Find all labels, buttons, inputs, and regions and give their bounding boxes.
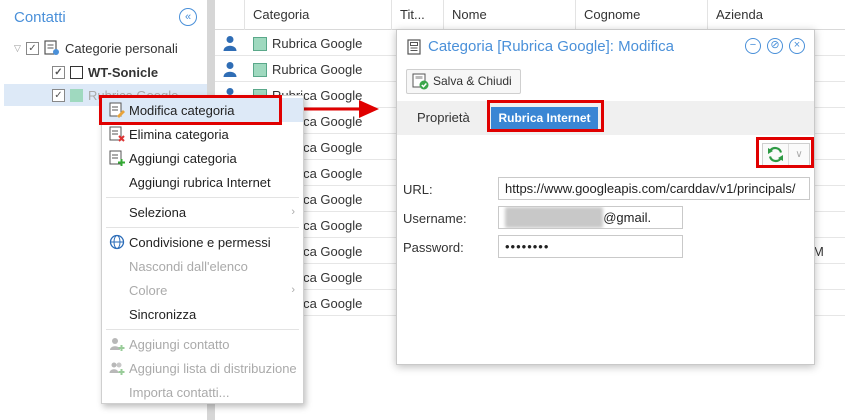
- row-category-cell: Rubrica Google: [253, 62, 362, 77]
- submenu-chevron-icon: ›: [291, 206, 295, 218]
- menu-item-nascondi-elenco[interactable]: Nascondi dall'elenco: [102, 254, 303, 278]
- column-header-type[interactable]: [215, 0, 245, 30]
- menu-item-label: Aggiungi lista di distribuzione: [129, 360, 297, 376]
- edit-category-dialog: Categoria [Rubrica Google]: Modifica − ⊘…: [396, 29, 815, 365]
- password-label: Password:: [403, 240, 464, 255]
- menu-item-label: Aggiungi contatto: [129, 336, 230, 352]
- globe-icon: [109, 234, 125, 250]
- checkbox-checked-icon[interactable]: ✓: [26, 41, 39, 55]
- contact-person-icon: [223, 62, 237, 77]
- save-close-button[interactable]: Salva & Chiudi: [406, 69, 521, 94]
- checkbox-checked-icon[interactable]: ✓: [52, 88, 65, 102]
- menu-item-label: Aggiungi categoria: [129, 150, 237, 166]
- category-color-swatch: [70, 65, 83, 79]
- menu-separator: [106, 227, 299, 228]
- menu-item-sincronizza[interactable]: Sincronizza: [102, 302, 303, 326]
- delete-category-icon: [109, 126, 125, 142]
- checkbox-checked-icon[interactable]: ✓: [52, 65, 65, 79]
- tree-item-categorie-personali[interactable]: ▽ ✓ Categorie personali: [14, 37, 178, 59]
- menu-item-label: Elimina categoria: [129, 126, 229, 142]
- password-input[interactable]: ••••••••: [498, 235, 683, 258]
- url-input[interactable]: https://www.googleapis.com/carddav/v1/pr…: [498, 177, 810, 200]
- grid-header: Categoria Tit... Nome Cognome Azienda: [215, 0, 845, 30]
- column-header-categoria[interactable]: Categoria: [245, 0, 392, 30]
- category-color-swatch: [70, 88, 83, 102]
- menu-item-importa-contatti[interactable]: Importa contatti...: [102, 380, 303, 404]
- category-folder-icon: [44, 40, 59, 55]
- url-label: URL:: [403, 182, 433, 197]
- menu-item-condivisione-permessi[interactable]: Condivisione e permessi: [102, 230, 303, 254]
- menu-item-label: Sincronizza: [129, 306, 197, 322]
- save-close-label: Salva & Chiudi: [433, 74, 512, 88]
- menu-item-label: Colore: [129, 282, 168, 298]
- add-contact-icon: [110, 338, 125, 351]
- highlight-box-modifica-categoria: [99, 95, 282, 125]
- column-header-cognome[interactable]: Cognome: [576, 0, 708, 30]
- menu-separator: [106, 197, 299, 198]
- close-icon[interactable]: ×: [789, 38, 805, 54]
- column-header-azienda[interactable]: Azienda: [708, 0, 845, 30]
- tree-item-label: WT-Sonicle: [88, 64, 159, 80]
- menu-item-elimina-categoria[interactable]: Elimina categoria: [102, 122, 303, 146]
- category-context-menu: Modifica categoria Elimina categoria Agg…: [101, 95, 304, 404]
- menu-item-seleziona[interactable]: Seleziona ›: [102, 200, 303, 224]
- dialog-header[interactable]: Categoria [Rubrica Google]: Modifica − ⊘…: [397, 30, 814, 63]
- app-window: Contatti « ▽ ✓ Categorie personali ✓ WT-…: [0, 0, 845, 420]
- menu-item-label: Nascondi dall'elenco: [129, 258, 248, 274]
- username-label: Username:: [403, 211, 467, 226]
- menu-item-aggiungi-categoria[interactable]: Aggiungi categoria: [102, 146, 303, 170]
- menu-separator: [106, 329, 299, 330]
- tree-item-label: Categorie personali: [65, 40, 178, 56]
- dialog-title: Categoria [Rubrica Google]: Modifica: [428, 38, 674, 55]
- sidebar-header: Contatti «: [0, 0, 207, 34]
- menu-item-aggiungi-lista-distribuzione[interactable]: Aggiungi lista di distribuzione: [102, 356, 303, 380]
- menu-item-label: Condivisione e permessi: [129, 234, 271, 250]
- add-category-icon: [109, 150, 125, 166]
- menu-item-label: Aggiungi rubrica Internet: [129, 174, 271, 190]
- minimize-icon[interactable]: −: [745, 38, 761, 54]
- menu-item-label: Importa contatti...: [129, 384, 230, 400]
- dialog-category-icon: [407, 38, 421, 55]
- category-color-swatch: [253, 62, 267, 77]
- highlight-box-sync-button: [756, 137, 814, 168]
- tree-toggle-icon[interactable]: ▽: [14, 43, 26, 54]
- row-category-label: Rubrica Google: [272, 36, 363, 51]
- row-category-label: Rubrica Google: [272, 62, 363, 77]
- menu-item-aggiungi-rubrica-internet[interactable]: Aggiungi rubrica Internet: [102, 170, 303, 194]
- collapse-sidebar-button[interactable]: «: [179, 8, 197, 26]
- submenu-chevron-icon: ›: [291, 284, 295, 296]
- pin-icon[interactable]: ⊘: [767, 38, 783, 54]
- username-input[interactable]: xxxx.xxxxxxxx.xx@gmail.: [498, 206, 683, 229]
- username-domain: @gmail.: [603, 210, 652, 225]
- save-close-icon: [412, 73, 429, 90]
- tab-proprieta[interactable]: Proprietà: [417, 101, 470, 135]
- menu-item-label: Seleziona: [129, 204, 187, 220]
- column-header-nome[interactable]: Nome: [444, 0, 576, 30]
- redacted-username: xxxx.xxxxxxxx.xx: [505, 207, 604, 228]
- highlight-box-rubrica-internet-tab: [487, 100, 604, 132]
- column-header-titolo[interactable]: Tit...: [392, 0, 444, 30]
- tree-item-wt-sonicle[interactable]: ✓ WT-Sonicle: [52, 61, 158, 83]
- contact-person-icon: [223, 36, 237, 51]
- add-distribution-list-icon: [109, 362, 125, 375]
- dialog-tabbar: Proprietà Rubrica Internet: [397, 101, 814, 135]
- sidebar-title: Contatti: [14, 8, 66, 26]
- row-category-cell: Rubrica Google: [253, 36, 362, 51]
- menu-item-aggiungi-contatto[interactable]: Aggiungi contatto: [102, 332, 303, 356]
- category-color-swatch: [253, 36, 267, 51]
- menu-item-colore[interactable]: Colore ›: [102, 278, 303, 302]
